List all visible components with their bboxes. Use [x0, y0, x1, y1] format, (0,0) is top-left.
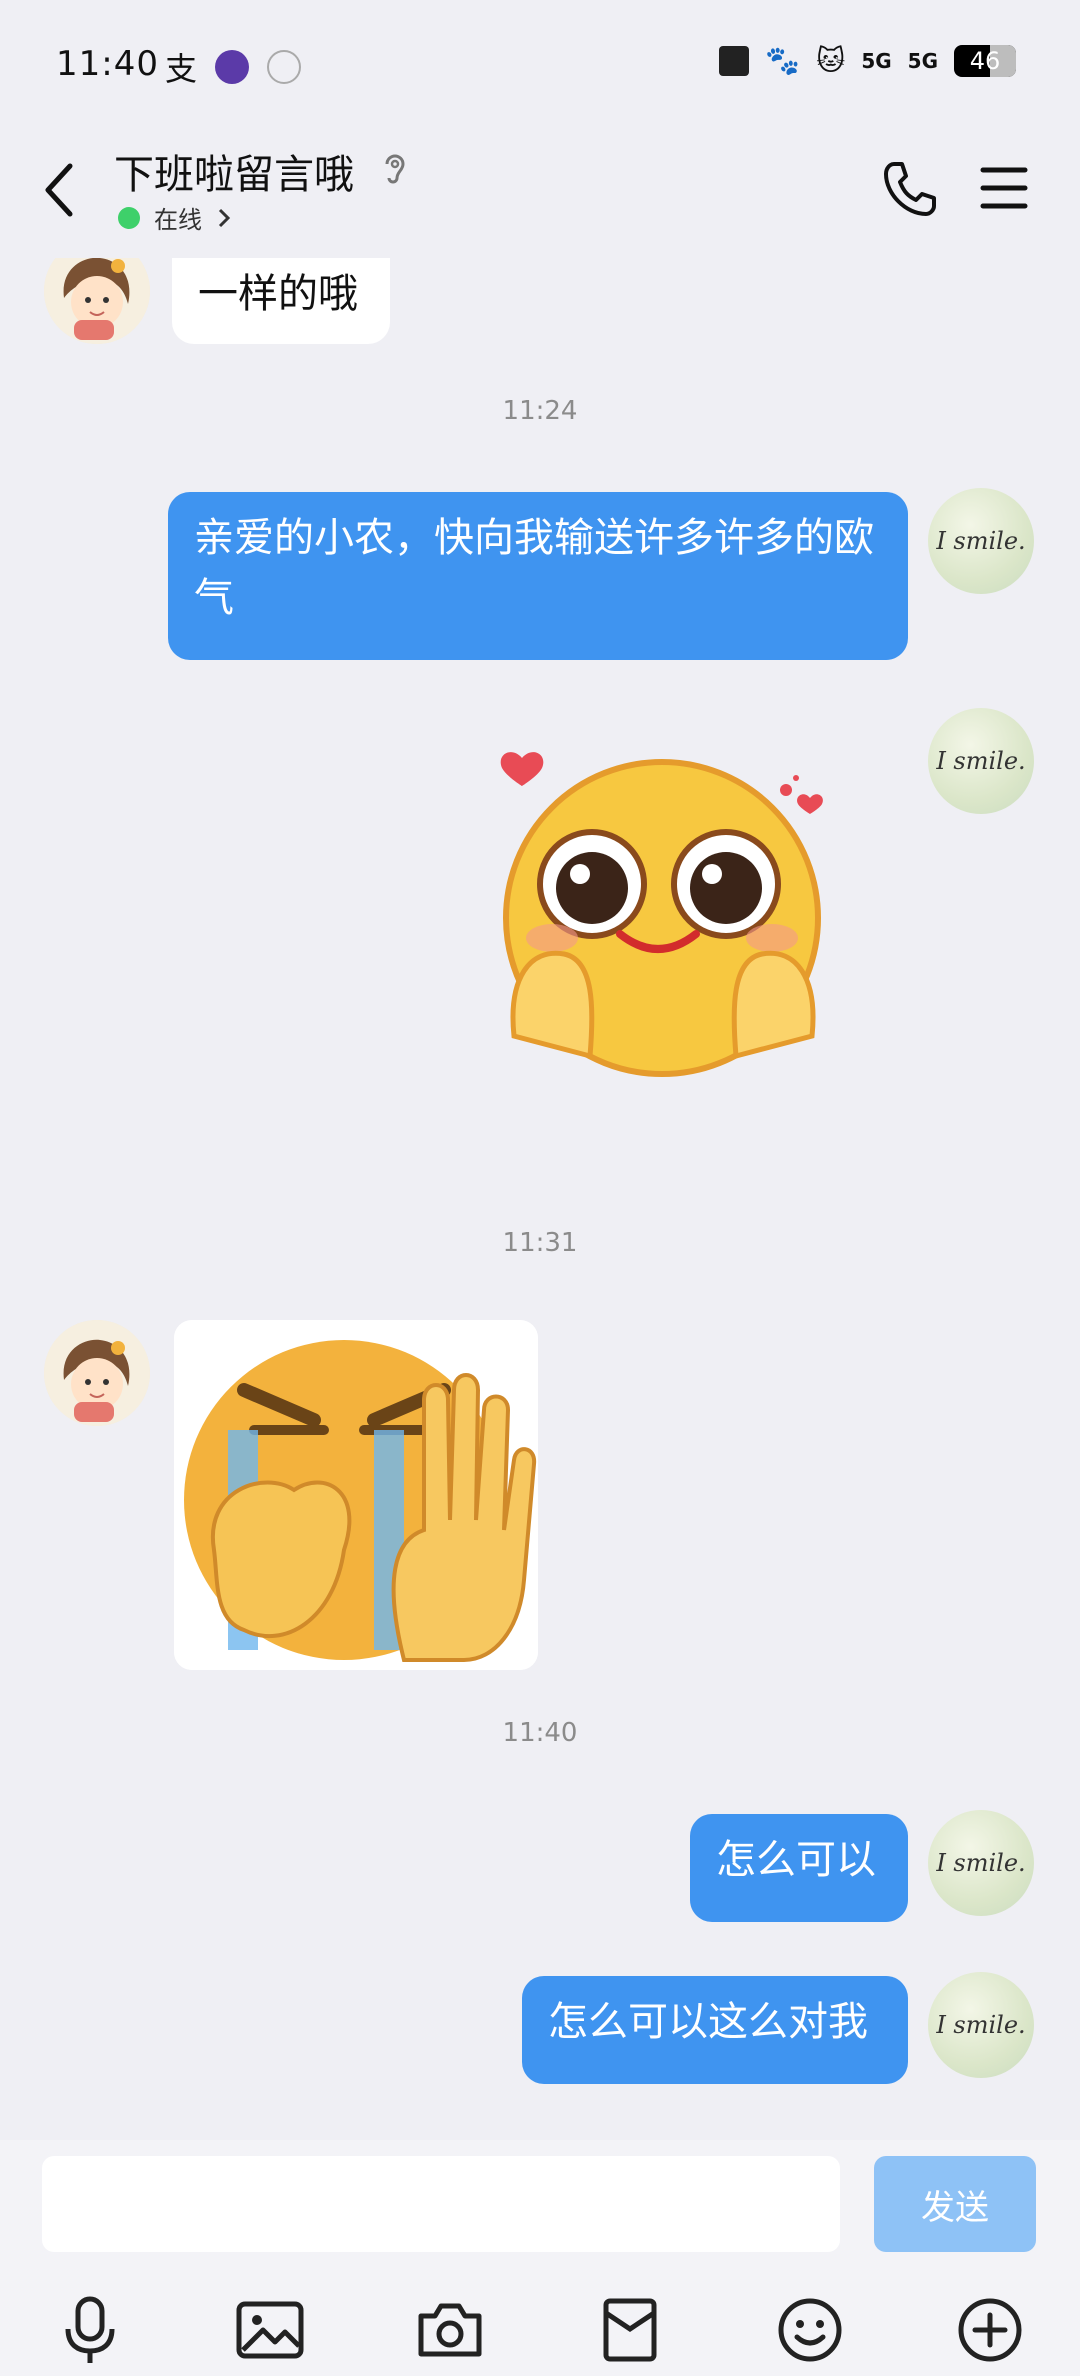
- voice-button[interactable]: [50, 2290, 130, 2370]
- emoji-icon: [778, 2298, 842, 2362]
- red-packet-icon: [603, 2298, 657, 2362]
- my-avatar[interactable]: I smile.: [928, 488, 1034, 594]
- my-avatar[interactable]: I smile.: [928, 1810, 1034, 1916]
- battery-icon: 46: [954, 44, 1016, 77]
- message-bubble-outgoing[interactable]: 亲爱的小农，快向我输送许多许多的欧气: [168, 492, 908, 660]
- message-text: 亲爱的小农，快向我输送许多许多的欧气: [194, 515, 874, 621]
- online-dot-icon: [118, 206, 140, 229]
- sticker-shy-face[interactable]: [490, 738, 840, 1098]
- red-packet-button[interactable]: [590, 2290, 670, 2370]
- send-button[interactable]: 发送: [874, 2156, 1036, 2252]
- chat-header: 下班啦留言哦 在线: [0, 130, 1080, 258]
- my-avatar[interactable]: I smile.: [928, 708, 1034, 814]
- message-text: 一样的哦: [198, 271, 358, 317]
- timestamp: 11:40: [502, 1718, 578, 1748]
- more-button[interactable]: [950, 2290, 1030, 2370]
- composer: 发送: [0, 2140, 1080, 2376]
- presence-label: 在线: [154, 206, 202, 234]
- status-bar: 11:40 支 🐾 🐱 5G 5G 46: [0, 0, 1080, 130]
- message-bubble-outgoing[interactable]: 怎么可以这么对我: [522, 1976, 908, 2084]
- image-message-crying-face[interactable]: [174, 1320, 538, 1670]
- avatar-text: I smile.: [936, 1849, 1026, 1877]
- status-time: 11:40: [56, 44, 159, 84]
- message-text: 怎么可以这么对我: [548, 1999, 868, 2045]
- camera-button[interactable]: [410, 2290, 490, 2370]
- message-text: 怎么可以: [716, 1837, 876, 1883]
- notification-icons: 支: [165, 44, 302, 90]
- alipay-icon: 支: [165, 50, 198, 88]
- ear-icon[interactable]: [380, 150, 410, 194]
- presence-status[interactable]: 在线: [118, 200, 232, 235]
- back-icon: [45, 163, 73, 217]
- camera-icon: [418, 2303, 482, 2357]
- chat-title[interactable]: 下班啦留言哦: [114, 142, 354, 200]
- clock-icon: [267, 50, 302, 84]
- shy-emoji-icon: [500, 752, 823, 1077]
- phone-icon: [884, 162, 936, 216]
- avatar-text: I smile.: [936, 747, 1026, 775]
- contact-avatar[interactable]: [44, 1320, 150, 1426]
- phone-call-button[interactable]: [880, 158, 940, 222]
- cat-icon: 🐱: [816, 44, 846, 77]
- timestamp: 11:31: [502, 1228, 578, 1258]
- battery-level: 46: [969, 46, 1001, 75]
- chat-list[interactable]: 一样的哦 11:24 亲爱的小农，快向我输送许多许多的欧气 I smile. I…: [0, 258, 1080, 2140]
- avatar-text: I smile.: [936, 2011, 1026, 2039]
- timestamp: 11:24: [502, 396, 578, 426]
- contact-avatar[interactable]: [44, 258, 150, 344]
- image-button[interactable]: [230, 2290, 310, 2370]
- plus-circle-icon: [958, 2298, 1022, 2362]
- back-button[interactable]: [40, 160, 80, 220]
- signal-5g-2: 5G: [907, 48, 938, 73]
- status-right: 🐾 🐱 5G 5G 46: [719, 44, 1016, 77]
- microphone-icon: [65, 2296, 115, 2363]
- paw-icon: 🐾: [765, 44, 801, 77]
- chevron-right-icon: [218, 208, 231, 227]
- nfc-icon: [719, 45, 750, 76]
- avatar-text: I smile.: [936, 527, 1026, 555]
- app-icon: [215, 50, 250, 84]
- message-input[interactable]: [42, 2156, 840, 2252]
- hamburger-icon: [980, 167, 1028, 209]
- image-icon: [236, 2301, 304, 2359]
- message-bubble-outgoing[interactable]: 怎么可以: [690, 1814, 908, 1922]
- composer-toolbar: [0, 2290, 1080, 2370]
- emoji-button[interactable]: [770, 2290, 850, 2370]
- signal-5g-1: 5G: [861, 48, 892, 73]
- menu-button[interactable]: [980, 164, 1028, 216]
- crying-emoji-icon: [174, 1320, 538, 1670]
- my-avatar[interactable]: I smile.: [928, 1972, 1034, 2078]
- message-bubble-incoming[interactable]: 一样的哦: [172, 258, 390, 344]
